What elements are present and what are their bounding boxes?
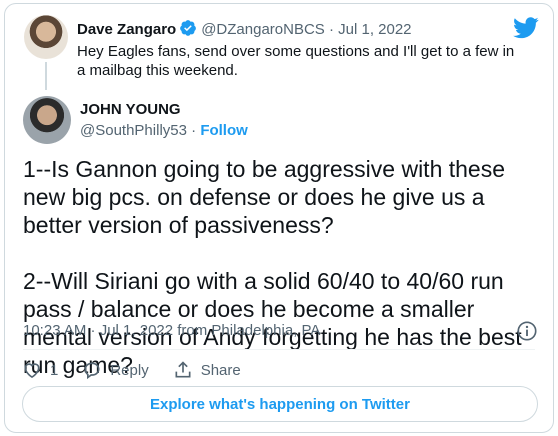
share-icon xyxy=(175,361,191,378)
tweet-body: 1--Is Gannon going to be aggressive with… xyxy=(23,155,543,379)
quoted-header: Dave Zangaro @DZangaroNBCS · Jul 1, 2022 xyxy=(77,19,412,43)
heart-icon xyxy=(24,363,40,379)
author-name[interactable]: JOHN YOUNG xyxy=(80,101,181,118)
like-count: 1 xyxy=(50,361,59,379)
tweet-paragraph-1: 1--Is Gannon going to be aggressive with… xyxy=(23,156,506,238)
author-avatar[interactable] xyxy=(23,96,71,144)
quoted-author-name[interactable]: Dave Zangaro xyxy=(77,21,176,38)
action-bar: 1 Reply Share xyxy=(22,360,265,380)
twitter-bird-icon[interactable] xyxy=(513,17,539,44)
author-subline: @SouthPhilly53 · Follow xyxy=(80,122,248,139)
divider xyxy=(23,349,535,350)
share-button[interactable]: Share xyxy=(173,360,241,380)
verified-badge-icon xyxy=(179,19,197,43)
handle-separator: · xyxy=(186,122,201,139)
author-handle[interactable]: @SouthPhilly53 xyxy=(80,122,187,139)
reply-button[interactable]: Reply xyxy=(82,360,149,380)
explore-button[interactable]: Explore what's happening on Twitter xyxy=(22,386,538,422)
reply-label: Reply xyxy=(110,361,149,379)
thread-line xyxy=(45,62,47,90)
tweet-card: Dave Zangaro @DZangaroNBCS · Jul 1, 2022 … xyxy=(4,3,554,433)
quoted-avatar[interactable] xyxy=(24,15,68,59)
follow-button[interactable]: Follow xyxy=(200,122,248,139)
info-icon[interactable] xyxy=(516,320,538,347)
tweet-timestamp[interactable]: 10:23 AM · Jul 1, 2022 from Philadelphia… xyxy=(23,322,320,339)
reply-icon xyxy=(84,362,100,380)
quoted-tweet-text: Hey Eagles fans, send over some question… xyxy=(77,43,515,79)
quoted-handle-date[interactable]: @DZangaroNBCS · Jul 1, 2022 xyxy=(201,21,411,38)
share-label: Share xyxy=(200,361,241,379)
like-button[interactable]: 1 xyxy=(22,360,58,380)
